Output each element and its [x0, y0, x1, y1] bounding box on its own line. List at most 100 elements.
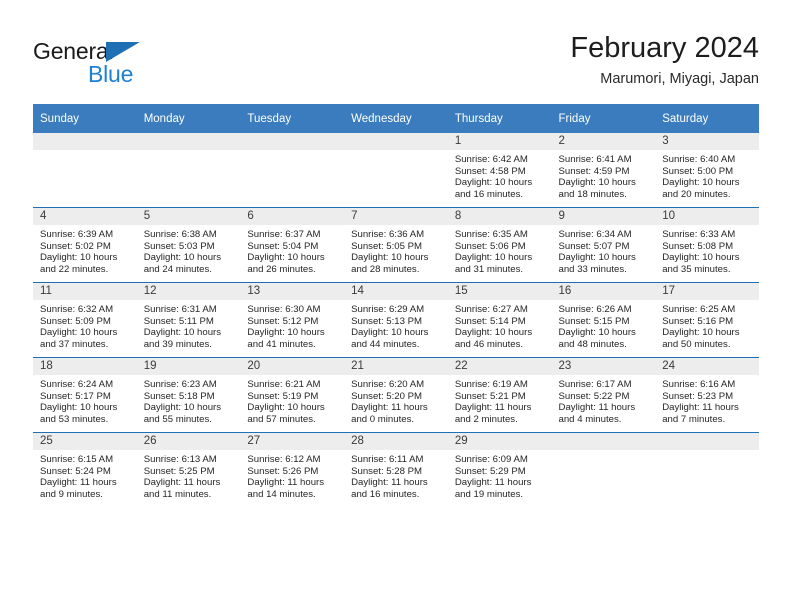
daylight-text-line1: Daylight: 10 hours [558, 252, 636, 264]
calendar-header-row: Sunday Monday Tuesday Wednesday Thursday… [33, 104, 759, 133]
day-sun-info: Sunrise: 6:36 AM Sunset: 5:05 PM Daylight:… [344, 225, 448, 275]
daylight-text-line2: and 31 minutes. [454, 263, 524, 275]
daylight-text-line1: Daylight: 10 hours [247, 402, 325, 414]
calendar-day-cell[interactable]: 29 Sunrise: 6:09 AM Sunset: 5:29 PM Dayligh… [447, 432, 552, 507]
calendar-day-cell[interactable]: 5 Sunrise: 6:38 AM Sunset: 5:03 PM Daylight… [136, 207, 241, 283]
sunset-text: Sunset: 5:06 PM [454, 240, 526, 252]
calendar-day-cell[interactable]: 14 Sunrise: 6:29 AM Sunset: 5:13 PM Dayligh… [344, 282, 448, 358]
day-sun-info: Sunrise: 6:26 AM Sunset: 5:15 PM Daylight:… [552, 300, 656, 350]
day-number: 8 [447, 208, 552, 225]
triangle-icon [106, 42, 140, 62]
day-cell-inner [240, 133, 345, 207]
day-number: 22 [447, 358, 552, 375]
calendar-day-cell[interactable]: 23 Sunrise: 6:17 AM Sunset: 5:22 PM Dayligh… [551, 357, 656, 433]
calendar-day-cell[interactable]: 8 Sunrise: 6:35 AM Sunset: 5:06 PM Daylight… [447, 207, 552, 283]
day-cell-inner: 15 Sunrise: 6:27 AM Sunset: 5:14 PM Dayligh… [447, 283, 552, 357]
calendar-day-cell[interactable]: 28 Sunrise: 6:11 AM Sunset: 5:28 PM Dayligh… [344, 432, 448, 507]
day-cell-inner: 4 Sunrise: 6:39 AM Sunset: 5:02 PM Daylight… [33, 208, 137, 282]
calendar-day-cell[interactable]: 19 Sunrise: 6:23 AM Sunset: 5:18 PM Dayligh… [136, 357, 241, 433]
calendar-day-cell[interactable]: 10 Sunrise: 6:33 AM Sunset: 5:08 PM Dayligh… [655, 207, 759, 283]
day-sun-info: Sunrise: 6:11 AM Sunset: 5:28 PM Daylight:… [344, 450, 448, 500]
sunset-text: Sunset: 5:03 PM [143, 240, 215, 252]
sunset-text: Sunset: 5:20 PM [351, 390, 423, 402]
calendar-day-cell[interactable]: 7 Sunrise: 6:36 AM Sunset: 5:05 PM Daylight… [344, 207, 448, 283]
sunrise-text: Sunrise: 6:20 AM [351, 379, 425, 390]
calendar-day-cell[interactable]: 20 Sunrise: 6:21 AM Sunset: 5:19 PM Dayligh… [240, 357, 345, 433]
day-cell-inner: 14 Sunrise: 6:29 AM Sunset: 5:13 PM Dayligh… [344, 283, 448, 357]
daylight-text-line2: and 41 minutes. [247, 338, 316, 350]
day-number: 2 [551, 133, 656, 150]
calendar-day-cell[interactable]: 2 Sunrise: 6:41 AM Sunset: 4:59 PM Daylight… [551, 133, 656, 208]
calendar-day-cell[interactable]: 9 Sunrise: 6:34 AM Sunset: 5:07 PM Daylight… [551, 207, 656, 283]
day-number: 25 [33, 433, 137, 450]
day-cell-inner: 16 Sunrise: 6:26 AM Sunset: 5:15 PM Dayligh… [551, 283, 656, 357]
calendar-day-cell[interactable]: 6 Sunrise: 6:37 AM Sunset: 5:04 PM Daylight… [240, 207, 345, 283]
day-sun-info: Sunrise: 6:38 AM Sunset: 5:03 PM Daylight:… [137, 225, 241, 275]
daylight-text-line1: Daylight: 11 hours [558, 402, 636, 414]
daylight-text-line1: Daylight: 10 hours [143, 327, 222, 339]
daylight-text-line1: Daylight: 10 hours [351, 252, 429, 264]
day-number [655, 433, 759, 450]
day-number: 29 [447, 433, 552, 450]
calendar-day-cell[interactable]: 16 Sunrise: 6:26 AM Sunset: 5:15 PM Dayligh… [551, 282, 656, 358]
day-cell-inner: 9 Sunrise: 6:34 AM Sunset: 5:07 PM Daylight… [551, 208, 656, 282]
sunrise-text: Sunrise: 6:26 AM [558, 304, 632, 315]
weekday-header-monday: Monday [136, 104, 241, 133]
day-sun-info: Sunrise: 6:25 AM Sunset: 5:16 PM Daylight:… [655, 300, 759, 350]
sunrise-text: Sunrise: 6:40 AM [662, 154, 736, 165]
day-sun-info: Sunrise: 6:42 AM Sunset: 4:58 PM Daylight:… [448, 150, 552, 200]
calendar-day-cell[interactable]: 12 Sunrise: 6:31 AM Sunset: 5:11 PM Dayligh… [136, 282, 241, 358]
daylight-text-line1: Daylight: 11 hours [662, 402, 739, 414]
calendar-day-cell[interactable]: 21 Sunrise: 6:20 AM Sunset: 5:20 PM Dayligh… [344, 357, 448, 433]
calendar-day-cell[interactable]: 27 Sunrise: 6:12 AM Sunset: 5:26 PM Dayligh… [240, 432, 345, 507]
sunset-text: Sunset: 5:09 PM [40, 315, 111, 327]
calendar-day-cell-empty [344, 133, 448, 208]
calendar-day-cell[interactable]: 4 Sunrise: 6:39 AM Sunset: 5:02 PM Daylight… [33, 207, 137, 283]
day-cell-inner [344, 133, 448, 207]
daylight-text-line2: and 4 minutes. [558, 413, 622, 425]
day-sun-info: Sunrise: 6:23 AM Sunset: 5:18 PM Daylight:… [137, 375, 241, 425]
calendar-day-cell[interactable]: 17 Sunrise: 6:25 AM Sunset: 5:16 PM Dayligh… [655, 282, 759, 358]
day-cell-inner: 6 Sunrise: 6:37 AM Sunset: 5:04 PM Daylight… [240, 208, 345, 282]
day-number: 6 [240, 208, 345, 225]
day-cell-inner: 23 Sunrise: 6:17 AM Sunset: 5:22 PM Dayligh… [551, 358, 656, 432]
day-cell-inner: 1 Sunrise: 6:42 AM Sunset: 4:58 PM Daylight… [447, 133, 552, 207]
calendar-day-cell[interactable]: 18 Sunrise: 6:24 AM Sunset: 5:17 PM Dayligh… [33, 357, 137, 433]
day-sun-info: Sunrise: 6:21 AM Sunset: 5:19 PM Daylight:… [240, 375, 344, 425]
calendar-day-cell[interactable]: 24 Sunrise: 6:16 AM Sunset: 5:23 PM Dayligh… [655, 357, 759, 433]
calendar-day-cell[interactable]: 22 Sunrise: 6:19 AM Sunset: 5:21 PM Dayligh… [447, 357, 552, 433]
day-number: 12 [136, 283, 241, 300]
day-number: 17 [655, 283, 759, 300]
day-sun-info: Sunrise: 6:35 AM Sunset: 5:06 PM Daylight:… [448, 225, 552, 275]
sunrise-text: Sunrise: 6:19 AM [454, 379, 528, 390]
day-number: 3 [655, 133, 759, 150]
calendar-day-cell[interactable]: 25 Sunrise: 6:15 AM Sunset: 5:24 PM Dayligh… [33, 432, 137, 507]
sunrise-text: Sunrise: 6:29 AM [351, 304, 425, 315]
day-number: 18 [33, 358, 137, 375]
sunrise-text: Sunrise: 6:15 AM [40, 454, 114, 465]
calendar-day-cell[interactable]: 1 Sunrise: 6:42 AM Sunset: 4:58 PM Daylight… [447, 133, 552, 208]
day-cell-inner [551, 433, 656, 507]
calendar-day-cell[interactable]: 15 Sunrise: 6:27 AM Sunset: 5:14 PM Dayligh… [447, 282, 552, 358]
calendar-day-cell[interactable]: 26 Sunrise: 6:13 AM Sunset: 5:25 PM Dayligh… [136, 432, 241, 507]
weekday-header-wednesday: Wednesday [344, 104, 448, 133]
day-number [240, 133, 345, 150]
day-cell-inner: 8 Sunrise: 6:35 AM Sunset: 5:06 PM Daylight… [447, 208, 552, 282]
day-cell-inner: 3 Sunrise: 6:40 AM Sunset: 5:00 PM Daylight… [655, 133, 759, 207]
page-subtitle: Marumori, Miyagi, Japan [600, 71, 759, 87]
sunrise-text: Sunrise: 6:25 AM [662, 304, 736, 315]
day-cell-inner: 13 Sunrise: 6:30 AM Sunset: 5:12 PM Dayligh… [240, 283, 345, 357]
day-sun-info: Sunrise: 6:27 AM Sunset: 5:14 PM Daylight:… [448, 300, 552, 350]
daylight-text-line2: and 16 minutes. [351, 488, 420, 500]
calendar-day-cell[interactable]: 11 Sunrise: 6:32 AM Sunset: 5:09 PM Dayligh… [33, 282, 137, 358]
sunset-text: Sunset: 4:59 PM [558, 165, 630, 177]
daylight-text-line1: Daylight: 10 hours [143, 252, 222, 264]
daylight-text-line2: and 28 minutes. [351, 263, 420, 275]
daylight-text-line2: and 20 minutes. [662, 188, 731, 200]
calendar-day-cell[interactable]: 13 Sunrise: 6:30 AM Sunset: 5:12 PM Dayligh… [240, 282, 345, 358]
general-blue-logo[interactable]: General Blue [33, 38, 203, 90]
day-number: 9 [551, 208, 656, 225]
daylight-text-line1: Daylight: 10 hours [40, 252, 118, 264]
daylight-text-line1: Daylight: 11 hours [454, 402, 532, 414]
calendar-day-cell[interactable]: 3 Sunrise: 6:40 AM Sunset: 5:00 PM Daylight… [655, 133, 759, 208]
